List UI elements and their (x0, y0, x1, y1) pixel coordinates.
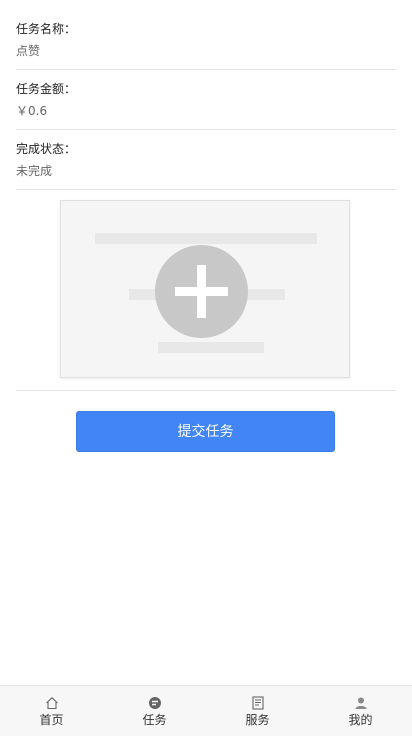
completion-status-value: 未完成 (16, 164, 53, 178)
add-image-icon (155, 245, 248, 338)
task-amount-value: ￥0.6 (16, 104, 48, 118)
task-amount-label: 任务金额： (16, 82, 77, 96)
home-icon (45, 697, 58, 710)
task-name-label: 任务名称： (16, 22, 77, 36)
task-amount-field: 任务金额： ￥0.6 (16, 70, 396, 130)
image-upload-button[interactable] (60, 200, 350, 378)
task-detail-page: 任务名称： 点赞 任务金额： ￥0.6 完成状态： 未完成 提交任务 首页 任务… (0, 0, 412, 736)
submit-task-button[interactable]: 提交任务 (76, 411, 335, 452)
tab-service[interactable]: 服务 (206, 686, 309, 736)
tab-mine[interactable]: 我的 (309, 686, 412, 736)
placeholder-line (95, 233, 317, 244)
tab-task[interactable]: 任务 (103, 686, 206, 736)
tab-home-label: 首页 (39, 713, 64, 727)
service-icon (251, 696, 264, 710)
tab-mine-label: 我的 (348, 713, 373, 727)
bottom-tab-bar: 首页 任务 服务 我的 (0, 685, 412, 736)
tab-home[interactable]: 首页 (0, 686, 103, 736)
divider (16, 390, 396, 391)
completion-status-field: 完成状态： 未完成 (16, 130, 396, 190)
placeholder-line (158, 342, 264, 353)
task-name-value: 点赞 (16, 44, 41, 58)
tab-service-label: 服务 (245, 713, 270, 727)
user-icon (355, 697, 366, 709)
tab-task-label: 任务 (142, 713, 167, 727)
completion-status-label: 完成状态： (16, 142, 77, 156)
task-name-field: 任务名称： 点赞 (16, 10, 396, 70)
task-icon (148, 697, 161, 709)
